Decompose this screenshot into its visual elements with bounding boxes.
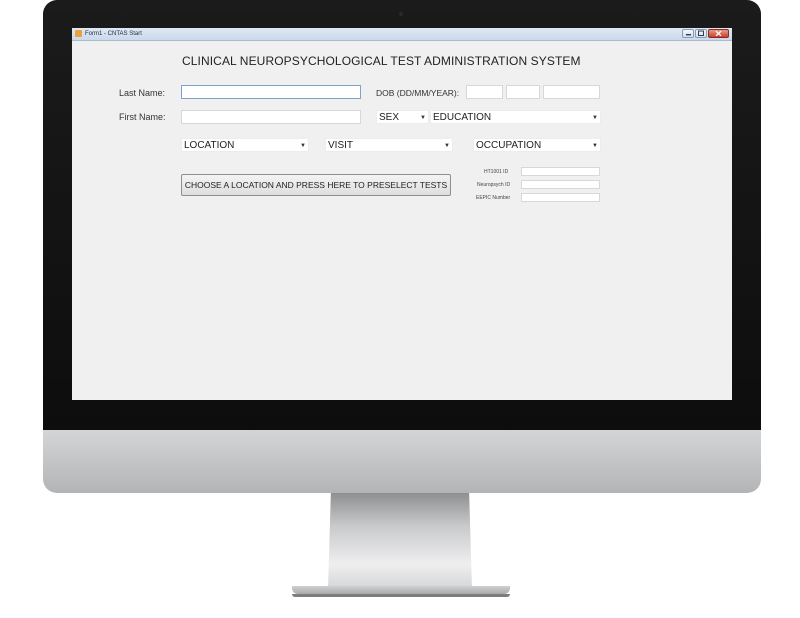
monitor-stand-shadow xyxy=(292,594,510,597)
close-icon xyxy=(715,30,722,37)
dropdown-arrow-icon: ▼ xyxy=(592,115,598,121)
education-dropdown-value: EDUCATION xyxy=(433,112,492,123)
dropdown-arrow-icon: ▼ xyxy=(444,143,450,149)
dropdown-arrow-icon: ▼ xyxy=(300,143,306,149)
window-title: Form1 - CNTAS Start xyxy=(85,31,142,37)
minimize-icon xyxy=(686,34,691,36)
visit-dropdown-value: VISIT xyxy=(328,140,354,151)
dob-month-input[interactable] xyxy=(506,85,540,99)
page-title: CLINICAL NEUROPSYCHOLOGICAL TEST ADMINIS… xyxy=(182,54,581,68)
first-name-input[interactable] xyxy=(181,110,361,124)
app-window: Form1 - CNTAS Start CLINICAL NEUROPSYCHO… xyxy=(72,28,732,400)
maximize-button[interactable] xyxy=(695,29,707,38)
education-dropdown[interactable]: EDUCATION ▼ xyxy=(430,110,601,124)
sex-dropdown-value: SEX xyxy=(379,112,400,123)
occupation-dropdown-value: OCCUPATION xyxy=(476,140,542,151)
dob-year-input[interactable] xyxy=(543,85,600,99)
monitor-stand-base xyxy=(292,586,510,594)
window-titlebar[interactable]: Form1 - CNTAS Start xyxy=(72,28,732,41)
dob-day-input[interactable] xyxy=(466,85,503,99)
neuropsych-id-label: Neuropsych ID xyxy=(477,182,511,188)
app-icon xyxy=(75,30,82,37)
occupation-dropdown[interactable]: OCCUPATION ▼ xyxy=(473,138,601,152)
dropdown-arrow-icon: ▼ xyxy=(420,115,426,121)
last-name-input[interactable] xyxy=(181,85,361,99)
eepic-number-label: EEPIC Number xyxy=(476,195,511,201)
dropdown-arrow-icon: ▼ xyxy=(592,143,598,149)
minimize-button[interactable] xyxy=(682,29,694,38)
neuropsych-id-input[interactable] xyxy=(521,180,600,189)
last-name-label: Last Name: xyxy=(119,88,166,98)
ht1001-id-input[interactable] xyxy=(521,167,600,176)
camera-icon xyxy=(399,12,403,16)
location-dropdown[interactable]: LOCATION ▼ xyxy=(181,138,309,152)
ht1001-id-label: HT1001 ID xyxy=(484,169,509,175)
eepic-number-input[interactable] xyxy=(521,193,600,202)
preselect-tests-button[interactable]: CHOOSE A LOCATION AND PRESS HERE TO PRES… xyxy=(181,174,451,196)
location-dropdown-value: LOCATION xyxy=(184,140,235,151)
first-name-label: First Name: xyxy=(119,112,166,122)
monitor-chin xyxy=(43,430,761,493)
close-button[interactable] xyxy=(708,29,729,38)
sex-dropdown[interactable]: SEX ▼ xyxy=(376,110,429,124)
visit-dropdown[interactable]: VISIT ▼ xyxy=(325,138,453,152)
dob-label: DOB (DD/MM/YEAR): xyxy=(376,88,460,98)
maximize-icon xyxy=(698,30,704,36)
monitor-stand xyxy=(328,493,472,588)
